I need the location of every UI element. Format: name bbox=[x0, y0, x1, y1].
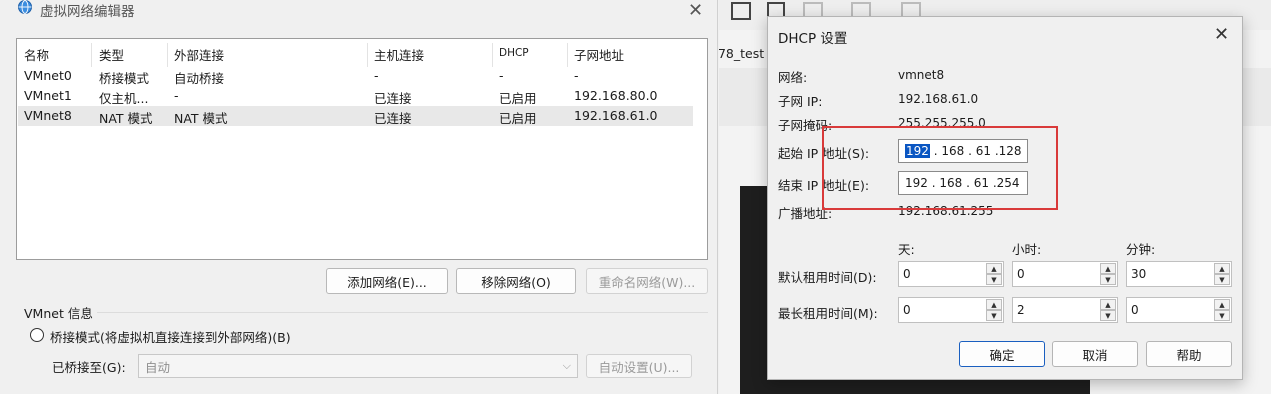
view-icon[interactable] bbox=[731, 2, 751, 20]
table-row[interactable]: VMnet1 仅主机... - 已连接 已启用 192.168.80.0 bbox=[18, 86, 693, 106]
network-label: 网络: bbox=[778, 70, 808, 85]
spin-down-icon[interactable]: ▼ bbox=[1214, 310, 1230, 321]
dialog-title: DHCP 设置 bbox=[778, 31, 848, 47]
spin-up-icon[interactable]: ▲ bbox=[986, 263, 1002, 274]
cell-host: 已连接 bbox=[374, 91, 412, 106]
max-lease-hours-stepper[interactable]: 2 ▲ ▼ bbox=[1012, 297, 1118, 323]
cell-dhcp: - bbox=[499, 68, 504, 83]
bridge-mode-label[interactable]: 桥接模式(将虚拟机直接连接到外部网络)(B) bbox=[50, 327, 291, 346]
spin-down-icon[interactable]: ▼ bbox=[986, 310, 1002, 321]
remove-network-button[interactable]: 移除网络(O) bbox=[456, 268, 576, 294]
vmnet-info-title: VMnet 信息 bbox=[24, 303, 97, 322]
close-icon[interactable]: ✕ bbox=[1214, 24, 1229, 45]
cell-host: 已连接 bbox=[374, 111, 412, 126]
spin-up-icon[interactable]: ▲ bbox=[1100, 299, 1116, 310]
default-lease-days-stepper[interactable]: 0 ▲ ▼ bbox=[898, 261, 1004, 287]
cell-type: 桥接模式 bbox=[99, 71, 150, 86]
column-header-host[interactable]: 主机连接 bbox=[374, 45, 424, 64]
cell-host: - bbox=[374, 68, 379, 83]
spin-down-icon[interactable]: ▼ bbox=[986, 274, 1002, 285]
column-header-subnet[interactable]: 子网地址 bbox=[574, 45, 624, 64]
cell-dhcp: 已启用 bbox=[499, 91, 537, 106]
spin-up-icon[interactable]: ▲ bbox=[1100, 263, 1116, 274]
cell-type: NAT 模式 bbox=[99, 111, 153, 126]
stepper-value[interactable]: 30 bbox=[1131, 267, 1146, 281]
subnet-ip-value: 192.168.61.0 bbox=[898, 92, 979, 106]
cell-external: - bbox=[174, 88, 179, 103]
column-header-name[interactable]: 名称 bbox=[24, 45, 49, 64]
vmnet-info-group bbox=[24, 312, 708, 394]
auto-settings-button[interactable]: 自动设置(U)... bbox=[586, 354, 692, 378]
default-lease-minutes-stepper[interactable]: 30 ▲ ▼ bbox=[1126, 261, 1232, 287]
highlight-annotation bbox=[822, 126, 1058, 210]
bridge-mode-radio[interactable] bbox=[30, 328, 44, 342]
cell-name: VMnet0 bbox=[24, 68, 72, 83]
spin-up-icon[interactable]: ▲ bbox=[1214, 299, 1230, 310]
default-lease-label: 默认租用时间(D): bbox=[778, 270, 877, 285]
stepper-value[interactable]: 0 bbox=[1131, 303, 1139, 317]
spin-up-icon[interactable]: ▲ bbox=[1214, 263, 1230, 274]
column-header-type[interactable]: 类型 bbox=[99, 45, 124, 64]
cell-subnet: - bbox=[574, 68, 579, 83]
help-button[interactable]: 帮助 bbox=[1146, 341, 1232, 367]
max-lease-label: 最长租用时间(M): bbox=[778, 306, 878, 321]
network-value: vmnet8 bbox=[898, 68, 945, 82]
network-table: 名称 类型 外部连接 主机连接 DHCP 子网地址 VMnet0 桥接模式 自动… bbox=[16, 38, 708, 260]
max-lease-days-stepper[interactable]: 0 ▲ ▼ bbox=[898, 297, 1004, 323]
column-header-dhcp[interactable]: DHCP bbox=[499, 47, 529, 59]
virtual-network-editor-window: 虚拟网络编辑器 ✕ 名称 类型 外部连接 主机连接 DHCP 子网地址 VMne… bbox=[0, 0, 718, 394]
cell-type: 仅主机... bbox=[99, 91, 149, 106]
spin-down-icon[interactable]: ▼ bbox=[1214, 274, 1230, 285]
spin-down-icon[interactable]: ▼ bbox=[1100, 310, 1116, 321]
spin-up-icon[interactable]: ▲ bbox=[986, 299, 1002, 310]
bridged-to-select[interactable]: 自动 ⌵ bbox=[138, 354, 578, 378]
subnet-ip-label: 子网 IP: bbox=[778, 94, 823, 109]
window-title: 虚拟网络编辑器 bbox=[40, 4, 135, 20]
cell-external: NAT 模式 bbox=[174, 111, 228, 126]
cancel-button[interactable]: 取消 bbox=[1052, 341, 1138, 367]
bridged-to-value: 自动 bbox=[145, 359, 171, 375]
spin-down-icon[interactable]: ▼ bbox=[1100, 274, 1116, 285]
cell-dhcp: 已启用 bbox=[499, 111, 537, 126]
table-row-selected[interactable]: VMnet8 NAT 模式 NAT 模式 已连接 已启用 192.168.61.… bbox=[18, 106, 693, 126]
cell-name: VMnet8 bbox=[24, 108, 72, 123]
add-network-button[interactable]: 添加网络(E)... bbox=[326, 268, 448, 294]
minutes-header: 分钟: bbox=[1126, 242, 1156, 257]
close-icon[interactable]: ✕ bbox=[688, 0, 703, 21]
days-header: 天: bbox=[898, 242, 915, 257]
column-header-external[interactable]: 外部连接 bbox=[174, 45, 224, 64]
vm-tab[interactable]: 578_test bbox=[710, 46, 770, 68]
table-row[interactable]: VMnet0 桥接模式 自动桥接 - - - bbox=[18, 66, 693, 86]
stepper-value[interactable]: 2 bbox=[1017, 303, 1025, 317]
stepper-value[interactable]: 0 bbox=[903, 267, 911, 281]
cell-external: 自动桥接 bbox=[174, 71, 225, 86]
hours-header: 小时: bbox=[1012, 242, 1042, 257]
default-lease-hours-stepper[interactable]: 0 ▲ ▼ bbox=[1012, 261, 1118, 287]
cell-name: VMnet1 bbox=[24, 88, 72, 103]
ok-button[interactable]: 确定 bbox=[959, 341, 1045, 367]
stepper-value[interactable]: 0 bbox=[903, 303, 911, 317]
globe-icon bbox=[18, 0, 32, 14]
cell-subnet: 192.168.61.0 bbox=[574, 108, 658, 123]
bridged-to-label: 已桥接至(G): bbox=[52, 360, 126, 375]
cell-subnet: 192.168.80.0 bbox=[574, 88, 658, 103]
rename-network-button[interactable]: 重命名网络(W)... bbox=[586, 268, 708, 294]
chevron-down-icon: ⌵ bbox=[562, 359, 571, 372]
max-lease-minutes-stepper[interactable]: 0 ▲ ▼ bbox=[1126, 297, 1232, 323]
stepper-value[interactable]: 0 bbox=[1017, 267, 1025, 281]
